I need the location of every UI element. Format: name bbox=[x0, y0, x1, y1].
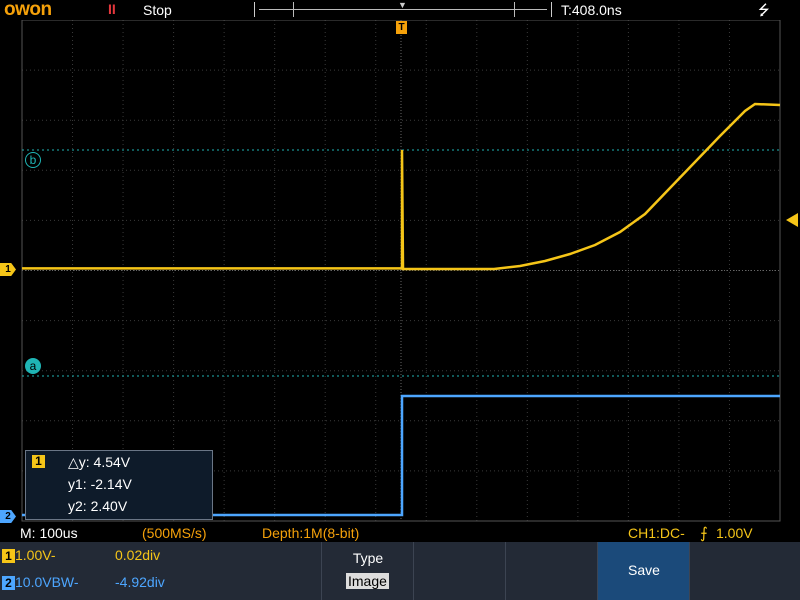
empty-menu-slot-3 bbox=[689, 542, 800, 600]
pause-icon[interactable]: II bbox=[108, 1, 116, 17]
ch1-offset: 0.02div bbox=[115, 547, 161, 563]
cursor-a-label[interactable]: a bbox=[25, 358, 41, 374]
delta-y-readout: △y: 4.54V bbox=[68, 454, 131, 470]
acquisition-status-line: M: 100us (500MS/s) Depth:1M(8-bit) CH1:D… bbox=[0, 524, 800, 542]
cursor-readout-panel: 1 △y: 4.54V y1: -2.14V y2: 2.40V bbox=[25, 450, 213, 520]
memory-position-bar[interactable]: ▼ bbox=[254, 0, 552, 17]
readout-channel-badge: 1 bbox=[32, 455, 45, 468]
trigger-level-readout[interactable]: 1.00V bbox=[716, 525, 753, 541]
trigger-level-marker[interactable] bbox=[786, 213, 798, 227]
type-label: Type bbox=[352, 550, 384, 566]
trigger-time-readout: T:408.0ns bbox=[561, 2, 622, 18]
type-menu-button[interactable]: Type Image bbox=[321, 542, 414, 600]
ch2-offset: -4.92div bbox=[115, 574, 165, 590]
memory-depth-readout[interactable]: Depth:1M(8-bit) bbox=[262, 525, 359, 541]
save-label: Save bbox=[628, 562, 660, 578]
cursor-b-label[interactable]: b bbox=[25, 152, 41, 168]
run-state[interactable]: Stop bbox=[143, 2, 172, 18]
usb-icon: ⭍ bbox=[758, 2, 770, 18]
ch2-badge: 2 bbox=[2, 576, 15, 590]
rising-edge-icon: ⨍ bbox=[700, 525, 708, 542]
empty-menu-slot-2 bbox=[505, 542, 598, 600]
memory-position-marker-icon: ▼ bbox=[398, 0, 407, 10]
y1-readout: y1: -2.14V bbox=[68, 476, 132, 492]
y2-readout: y2: 2.40V bbox=[68, 498, 128, 514]
channel-info-cell[interactable]: 1 1.00V- 0.02div 2 10.0VBW- -4.92div bbox=[0, 542, 320, 600]
top-status-bar: owon II Stop ▼ T:408.0ns ⭍ bbox=[0, 0, 800, 20]
save-button[interactable]: Save bbox=[597, 542, 690, 600]
trigger-info[interactable]: CH1:DC- bbox=[628, 525, 685, 541]
ch2-scale: 10.0VBW- bbox=[15, 574, 79, 590]
trigger-position-marker[interactable]: T bbox=[396, 21, 407, 34]
timebase-readout[interactable]: M: 100us bbox=[20, 525, 78, 541]
ch1-badge: 1 bbox=[2, 549, 15, 563]
bottom-menu: 1 1.00V- 0.02div 2 10.0VBW- -4.92div Type … bbox=[0, 542, 800, 600]
sample-rate-readout: (500MS/s) bbox=[142, 525, 207, 541]
type-value: Image bbox=[346, 573, 389, 589]
ch1-info[interactable]: 1 1.00V- 0.02div bbox=[2, 547, 160, 563]
ch1-scale: 1.00V- bbox=[15, 547, 56, 563]
brand-logo: owon bbox=[4, 0, 52, 20]
empty-menu-slot-1 bbox=[413, 542, 506, 600]
ch2-info[interactable]: 2 10.0VBW- -4.92div bbox=[2, 574, 165, 590]
